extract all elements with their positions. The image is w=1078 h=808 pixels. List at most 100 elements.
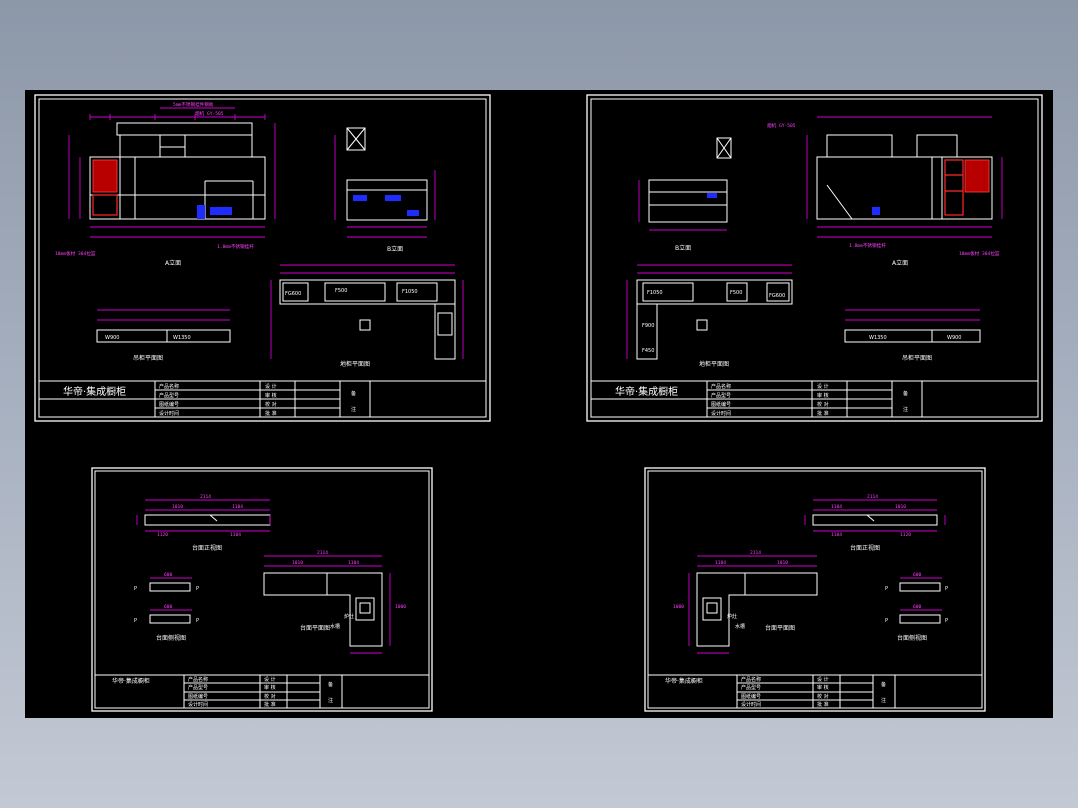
svg-text:P: P (945, 586, 948, 592)
svg-text:产品名称: 产品名称 (741, 676, 761, 683)
svg-text:1104: 1104 (831, 532, 842, 538)
svg-text:W900: W900 (947, 335, 962, 341)
wall-plan-right: W1350 W900 吊柜平面图 (844, 309, 981, 362)
cad-drawing-svg: 5mm不锈钢挂件钢板 烟机 GY-505 18mm板材 304拉篮 1.8mm不… (34, 94, 1043, 712)
module-w900: W900 (105, 335, 120, 341)
svg-text:1104: 1104 (230, 532, 241, 538)
svg-text:P: P (885, 586, 888, 592)
svg-text:吊柜平面图: 吊柜平面图 (902, 354, 932, 362)
cad-drawing-canvas[interactable]: 5mm不锈钢挂件钢板 烟机 GY-505 18mm板材 304拉篮 1.8mm不… (25, 90, 1053, 718)
svg-text:产品型号: 产品型号 (188, 684, 208, 691)
svg-text:备: 备 (881, 681, 886, 688)
svg-text:备: 备 (351, 390, 356, 397)
svg-text:审 核: 审 核 (265, 392, 277, 399)
svg-text:批 准: 批 准 (817, 701, 829, 708)
floor-plan: FG600 F500 F1050 地柜平面图 (270, 264, 464, 368)
svg-text:注: 注 (881, 697, 886, 704)
svg-text:水槽: 水槽 (735, 623, 745, 630)
svg-text:注: 注 (351, 406, 356, 413)
title-block-counter-left: 华帝·集成橱柜 产品名称 产品型号 图纸编号 设计时间 设 计 审 核 校 对 … (95, 674, 429, 708)
svg-text:台面侧视图: 台面侧视图 (156, 634, 186, 642)
svg-text:设计时间: 设计时间 (188, 701, 208, 708)
svg-text:校 对: 校 对 (817, 693, 829, 700)
label-wall-plan: 吊柜平面图 (133, 354, 163, 362)
svg-text:P: P (196, 618, 199, 624)
svg-text:地柜平面图: 地柜平面图 (699, 360, 729, 368)
svg-text:F900: F900 (642, 323, 654, 329)
svg-text:设 计: 设 计 (817, 676, 829, 683)
svg-text:600: 600 (913, 572, 922, 578)
svg-text:18mm板材 304拉篮: 18mm板材 304拉篮 (959, 250, 1000, 257)
svg-text:水槽: 水槽 (330, 623, 340, 630)
sheet-cabinet-left[interactable]: 5mm不锈钢挂件钢板 烟机 GY-505 18mm板材 304拉篮 1.8mm不… (34, 94, 491, 422)
rail-note: 1.8mm不锈钢挂杆 (217, 243, 254, 250)
sheet-cabinet-right[interactable]: B立面 烟机 GY-505 18mm板材 304拉篮 1.8mm不锈钢挂杆 A立… (586, 94, 1043, 422)
svg-text:P: P (885, 618, 888, 624)
svg-text:600: 600 (913, 604, 922, 610)
elevation-a: 烟机 GY-505 18mm板材 304拉篮 1.8mm不锈钢挂杆 A立面 (55, 110, 276, 267)
module-fg600: FG600 (285, 291, 301, 297)
svg-text:审 核: 审 核 (264, 684, 276, 691)
svg-text:设 计: 设 计 (817, 383, 829, 390)
svg-text:产品名称: 产品名称 (711, 383, 731, 390)
svg-text:1104: 1104 (715, 560, 726, 566)
svg-text:2114: 2114 (750, 550, 761, 556)
svg-text:台面正视图: 台面正视图 (192, 544, 222, 552)
svg-text:F500: F500 (730, 290, 742, 296)
svg-text:图纸编号: 图纸编号 (159, 401, 179, 408)
svg-text:600: 600 (164, 604, 173, 610)
svg-text:审 核: 审 核 (817, 392, 829, 399)
svg-text:P: P (196, 586, 199, 592)
elevation-b: B立面 (334, 127, 436, 253)
svg-text:2114: 2114 (867, 494, 878, 500)
floor-plan-right: F1050 F500 FG600 F900 F450 地柜平面图 (626, 264, 793, 368)
svg-text:1010: 1010 (895, 504, 906, 510)
svg-text:P: P (134, 618, 137, 624)
svg-text:A立面: A立面 (892, 259, 908, 267)
svg-text:1104: 1104 (831, 504, 842, 510)
sheet-counter-right[interactable]: 2114 1104 1010 1104 1120 台面正视图 2114 1104… (644, 467, 986, 712)
svg-text:校 对: 校 对 (264, 693, 276, 700)
svg-text:设 计: 设 计 (264, 676, 276, 683)
svg-text:炉灶: 炉灶 (344, 613, 354, 620)
svg-text:1010: 1010 (777, 560, 788, 566)
svg-text:备: 备 (903, 390, 908, 397)
svg-text:1104: 1104 (348, 560, 359, 566)
svg-text:2114: 2114 (317, 550, 328, 556)
sheet-counter-left[interactable]: 2114 1010 1104 1120 1104 台面正视图 2114 1010… (91, 467, 433, 712)
svg-text:产品名称: 产品名称 (159, 383, 179, 390)
svg-text:备: 备 (328, 681, 333, 688)
sheet-border (34, 94, 491, 422)
svg-text:设计时间: 设计时间 (159, 410, 179, 417)
svg-text:P: P (945, 618, 948, 624)
svg-text:批 准: 批 准 (817, 410, 829, 417)
svg-text:图纸编号: 图纸编号 (188, 693, 208, 700)
svg-text:炉灶: 炉灶 (727, 613, 737, 620)
title-project: 华帝·集成橱柜 (63, 385, 126, 398)
basket-note: 18mm板材 304拉篮 (55, 250, 96, 257)
svg-text:设计时间: 设计时间 (711, 410, 731, 417)
svg-text:注: 注 (903, 406, 908, 413)
svg-text:1120: 1120 (900, 532, 911, 538)
title-block-counter-right: 华帝·集成橱柜 产品名称 产品型号 图纸编号 设计时间 设 计 审 核 校 对 … (648, 674, 982, 708)
svg-text:审 核: 审 核 (817, 684, 829, 691)
svg-text:1.8mm不锈钢挂杆: 1.8mm不锈钢挂杆 (849, 242, 886, 249)
svg-text:W1350: W1350 (869, 335, 887, 341)
elevation-b-right: B立面 (638, 137, 732, 252)
svg-text:注: 注 (328, 697, 333, 704)
hood-note: 烟机 GY-505 (195, 110, 224, 117)
svg-text:校 对: 校 对 (265, 401, 277, 408)
svg-text:台面侧视图: 台面侧视图 (897, 634, 927, 642)
svg-text:校 对: 校 对 (817, 401, 829, 408)
svg-text:批 准: 批 准 (264, 701, 276, 708)
svg-text:设计时间: 设计时间 (741, 701, 761, 708)
svg-text:1010: 1010 (292, 560, 303, 566)
module-w1350: W1350 (173, 335, 191, 341)
svg-text:台面平面图: 台面平面图 (765, 624, 795, 632)
svg-text:FG600: FG600 (769, 293, 785, 299)
note-top: 5mm不锈钢挂件钢板 (173, 101, 214, 108)
counter-side-view: P P P P 600 600 台面侧视图 (134, 572, 199, 642)
svg-text:烟机 GY-505: 烟机 GY-505 (767, 122, 796, 129)
svg-text:产品型号: 产品型号 (741, 684, 761, 691)
title-block: 华帝·集成橱柜 产品名称 产品型号 图纸编号 设计时间 设 计 审 核 校 对 … (39, 380, 486, 417)
